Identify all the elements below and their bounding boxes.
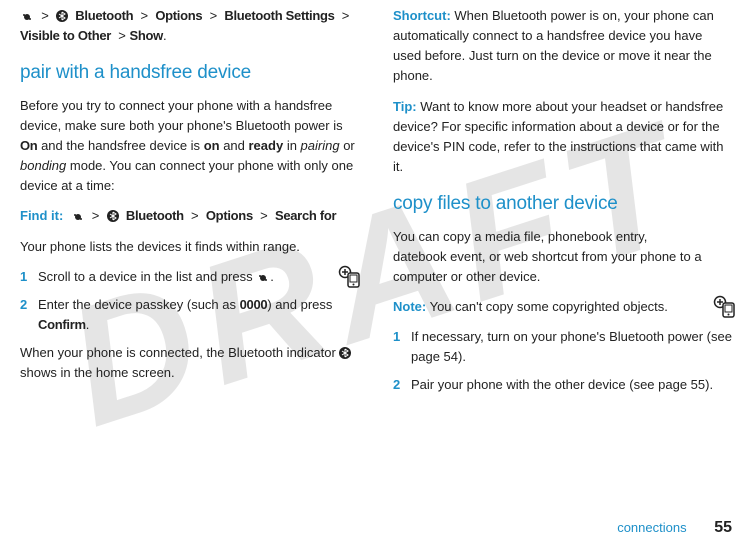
t: and the handsfree device is	[37, 138, 203, 153]
left-column: > Bluetooth > Options > Bluetooth Settin…	[20, 6, 359, 404]
gt: >	[92, 208, 100, 223]
nav-breadcrumb: > Bluetooth > Options > Bluetooth Settin…	[20, 6, 359, 46]
footer-section: connections	[617, 520, 686, 535]
code-0000: 0000	[240, 297, 268, 312]
gt: >	[41, 8, 49, 23]
pairing-italic: pairing	[301, 138, 340, 153]
bluetooth-pair-icon	[712, 294, 738, 320]
nav-btsettings: Bluetooth Settings	[224, 8, 334, 23]
ready-inline: ready	[249, 138, 284, 153]
t: shows in the home screen.	[20, 365, 175, 380]
findit-bt: Bluetooth	[126, 208, 184, 223]
t: or	[340, 138, 355, 153]
confirm-label: Confirm	[38, 317, 86, 332]
pair-intro: Before you try to connect your phone wit…	[20, 96, 359, 197]
step-text: If necessary, turn on your phone's Bluet…	[411, 327, 732, 367]
shortcut-lead: Shortcut:	[393, 8, 451, 23]
t: mode. You can connect your phone with on…	[20, 158, 353, 193]
t: Before you try to connect your phone wit…	[20, 98, 343, 133]
t: .	[270, 269, 274, 284]
devices-listed: Your phone lists the devices it finds wi…	[20, 237, 359, 257]
tip-body: Want to know more about your headset or …	[393, 99, 724, 174]
step-1: 1 If necessary, turn on your phone's Blu…	[393, 327, 732, 367]
t: Enter the device passkey (such as	[38, 297, 240, 312]
shortcut-para: Shortcut: When Bluetooth power is on, yo…	[393, 6, 732, 87]
nav-show: Show	[130, 28, 163, 43]
t: and	[220, 138, 249, 153]
find-it-line: Find it: > Bluetooth > Options > Search …	[20, 206, 359, 226]
t: in	[283, 138, 300, 153]
findit-search: Search for	[275, 208, 336, 223]
right-column: Shortcut: When Bluetooth power is on, yo…	[393, 6, 732, 404]
nav-bt: Bluetooth	[75, 8, 133, 23]
bonding-italic: bonding	[20, 158, 66, 173]
note-para: Note: You can't copy some copyrighted ob…	[393, 297, 732, 317]
on-label: On	[20, 138, 37, 153]
nav-dot-icon	[20, 12, 34, 22]
heading-copy: copy files to another device	[393, 189, 732, 218]
step-number: 1	[393, 327, 411, 367]
findit-options: Options	[206, 208, 253, 223]
connected-para: When your phone is connected, the Blueto…	[20, 343, 359, 383]
heading-pair: pair with a handsfree device	[20, 58, 359, 87]
gt: >	[342, 8, 350, 23]
tip-lead: Tip:	[393, 99, 417, 114]
step-number: 2	[393, 375, 411, 395]
bluetooth-icon	[107, 210, 119, 222]
nav-options: Options	[155, 8, 202, 23]
gt: >	[118, 28, 126, 43]
page-footer: connections 55	[617, 516, 732, 541]
on-inline: on	[204, 138, 220, 153]
t: Scroll to a device in the list and press	[38, 269, 256, 284]
gt: >	[260, 208, 268, 223]
footer-page-number: 55	[714, 519, 732, 536]
nav-dot-icon	[256, 273, 270, 283]
page-body: > Bluetooth > Options > Bluetooth Settin…	[0, 0, 756, 410]
nav-visible: Visible to Other	[20, 28, 111, 43]
step-text: Enter the device passkey (such as 0000) …	[38, 295, 359, 335]
step-text: Pair your phone with the other device (s…	[411, 375, 732, 395]
step-number: 1	[20, 267, 38, 287]
t: .	[86, 317, 90, 332]
step-2: 2 Pair your phone with the other device …	[393, 375, 732, 395]
note-lead: Note:	[393, 299, 426, 314]
nav-dot-icon	[71, 212, 85, 222]
step-text: Scroll to a device in the list and press…	[38, 267, 359, 287]
bluetooth-indicator-icon	[339, 347, 351, 359]
gt: >	[191, 208, 199, 223]
copy-intro: You can copy a media file, phonebook ent…	[393, 227, 732, 287]
t: When your phone is connected, the Blueto…	[20, 345, 339, 360]
step-1: 1 Scroll to a device in the list and pre…	[20, 267, 359, 287]
step-2: 2 Enter the device passkey (such as 0000…	[20, 295, 359, 335]
find-it-lead: Find it:	[20, 208, 63, 223]
t: ) and press	[267, 297, 332, 312]
note-body: You can't copy some copyrighted objects.	[426, 299, 668, 314]
tip-para: Tip: Want to know more about your headse…	[393, 97, 732, 178]
bluetooth-pair-icon	[337, 264, 363, 290]
gt: >	[210, 8, 218, 23]
gt: >	[140, 8, 148, 23]
bluetooth-icon	[56, 10, 68, 22]
step-number: 2	[20, 295, 38, 335]
